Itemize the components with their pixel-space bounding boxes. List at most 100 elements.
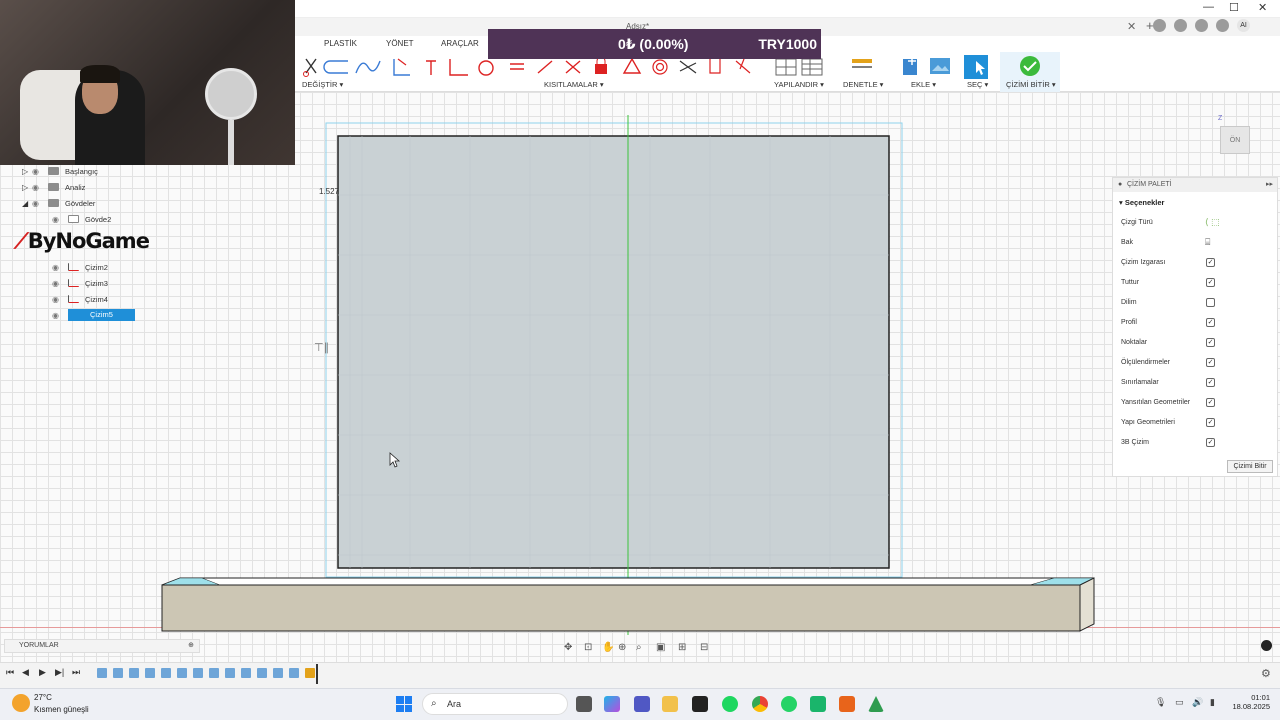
tree-item-sketch3[interactable]: ◉ Çizim3 — [52, 276, 108, 290]
timeline-feature-icon[interactable] — [209, 668, 219, 678]
job-status-icon[interactable] — [1174, 19, 1187, 32]
timeline-feature-icon[interactable] — [129, 668, 139, 678]
eye-icon[interactable]: ◉ — [52, 263, 64, 272]
dimensions-checkbox[interactable]: ✓ — [1206, 358, 1215, 367]
tree-item-origin[interactable]: ▷ ◉ Başlangıç — [22, 164, 98, 178]
battery-icon[interactable]: ▮ — [1210, 697, 1215, 708]
constraints-checkbox[interactable]: ✓ — [1206, 378, 1215, 387]
tree-item-sketch5[interactable]: ◉ Çizim5 — [52, 308, 135, 322]
snap-checkbox[interactable]: ✓ — [1206, 278, 1215, 287]
maximize-button[interactable]: ☐ — [1229, 1, 1239, 14]
viewcube[interactable]: ÖN Z — [1218, 115, 1256, 156]
tree-item-bodies[interactable]: ◢ ◉ Gövdeler — [22, 196, 95, 210]
timeline-feature-icon[interactable] — [113, 668, 123, 678]
help-icon[interactable] — [1216, 19, 1229, 32]
timeline-feature-icon[interactable] — [193, 668, 203, 678]
tab-plastic[interactable]: PLASTİK — [324, 39, 357, 48]
tree-item-sketch4[interactable]: ◉ Çizim4 — [52, 292, 108, 306]
timeline-feature-icon[interactable] — [177, 668, 187, 678]
palette-collapse-icon[interactable]: ▸▸ — [1266, 178, 1273, 192]
minimize-button[interactable]: — — [1203, 1, 1214, 13]
viewcube-face[interactable]: ÖN — [1220, 126, 1250, 154]
dimension-label[interactable]: 1.527 — [319, 187, 339, 196]
eye-icon[interactable]: ◉ — [32, 183, 44, 192]
weather-icon[interactable] — [12, 694, 30, 712]
timeline-feature-icon[interactable] — [225, 668, 235, 678]
modify-menu[interactable]: DEĞİŞTİR ▾ — [302, 80, 343, 89]
weather-temp[interactable]: 27°C — [34, 693, 52, 702]
start-button[interactable] — [396, 696, 412, 712]
close-tab-icon[interactable]: ✕ — [1127, 20, 1136, 33]
timeline-feature-icon[interactable] — [273, 668, 283, 678]
spotify-icon[interactable] — [722, 696, 738, 712]
timeline-feature-icon[interactable] — [289, 668, 299, 678]
timeline-prev-icon[interactable]: ◀ — [22, 667, 29, 678]
chrome-icon[interactable] — [752, 696, 768, 712]
tree-item-sketch2[interactable]: ◉ Çizim2 — [52, 260, 108, 274]
slice-checkbox[interactable] — [1206, 298, 1215, 307]
app-icon[interactable] — [810, 696, 826, 712]
look-at-icon[interactable]: ⌸ — [1205, 237, 1210, 248]
configure-menu[interactable]: YAPILANDIR ▾ — [774, 80, 824, 89]
display-tray-icon[interactable]: ▭ — [1175, 697, 1184, 708]
timeline-feature-icon[interactable] — [241, 668, 251, 678]
timeline-first-icon[interactable]: ⏮ — [6, 667, 14, 678]
eye-icon[interactable]: ◉ — [52, 215, 64, 224]
teams-icon[interactable] — [634, 696, 650, 712]
linetype-icon[interactable]: ⟨ ⬚ — [1205, 217, 1220, 228]
finish-sketch-button[interactable]: Çizimi Bitir — [1227, 460, 1273, 473]
palette-header[interactable]: ● ÇİZİM PALETİ ▸▸ — [1113, 178, 1277, 192]
volume-icon[interactable]: 🔊 — [1192, 697, 1203, 708]
copilot-icon[interactable] — [604, 696, 620, 712]
construction-checkbox[interactable]: ✓ — [1206, 418, 1215, 427]
inspect-menu[interactable]: DENETLE ▾ — [843, 80, 883, 89]
finish-sketch-check-icon[interactable] — [1019, 55, 1041, 77]
fusion-icon[interactable] — [839, 696, 855, 712]
timeline-marker[interactable] — [316, 664, 318, 684]
points-checkbox[interactable]: ✓ — [1206, 338, 1215, 347]
taskbar-search[interactable]: ⌕ Ara — [422, 693, 568, 715]
feedback-icon[interactable] — [1261, 640, 1272, 651]
timeline-next-icon[interactable]: ▶| — [55, 667, 64, 678]
store-icon[interactable] — [692, 696, 708, 712]
file-explorer-icon[interactable] — [662, 696, 678, 712]
projected-checkbox[interactable]: ✓ — [1206, 398, 1215, 407]
expand-icon[interactable]: ▷ — [22, 183, 32, 192]
timeline-feature-icon[interactable] — [257, 668, 267, 678]
eye-icon[interactable]: ◉ — [32, 199, 44, 208]
eye-icon[interactable]: ◉ — [52, 295, 64, 304]
finish-sketch-menu[interactable]: ÇİZİMİ BİTİR ▾ — [1006, 80, 1056, 89]
eye-icon[interactable]: ◉ — [32, 167, 44, 176]
select-menu[interactable]: SEÇ ▾ — [967, 80, 988, 89]
task-view-icon[interactable] — [576, 696, 592, 712]
sketch-canvas[interactable]: ⊤∥ — [150, 115, 1110, 645]
close-window-button[interactable]: ✕ — [1258, 1, 1267, 14]
palette-section[interactable]: ▾ Seçenekler — [1113, 192, 1277, 213]
timeline-settings-icon[interactable]: ⚙ — [1261, 667, 1271, 680]
timeline-play-icon[interactable]: ▶ — [39, 667, 46, 678]
timeline-feature-icon[interactable] — [161, 668, 171, 678]
user-avatar[interactable]: AI — [1237, 19, 1250, 32]
tree-item-analysis[interactable]: ▷ ◉ Analiz — [22, 180, 85, 194]
weather-desc[interactable]: Kısmen güneşli — [34, 705, 89, 714]
grid-checkbox[interactable]: ✓ — [1206, 258, 1215, 267]
eye-icon[interactable]: ◉ — [52, 279, 64, 288]
eye-icon[interactable]: ◉ — [52, 311, 64, 320]
collapse-icon[interactable]: ◢ — [22, 199, 32, 208]
timeline-last-icon[interactable]: ⏭ — [72, 667, 80, 678]
comments-add-icon[interactable]: ⊕ — [188, 640, 194, 652]
taskbar-clock[interactable]: 01:01 18.08.2025 — [1228, 693, 1270, 711]
tree-item-body2[interactable]: ◉ Gövde2 — [52, 212, 111, 226]
timeline-feature-icon[interactable] — [145, 668, 155, 678]
notifications-icon[interactable] — [1195, 19, 1208, 32]
mic-icon[interactable]: 🎙 — [1155, 697, 1166, 708]
tab-tools[interactable]: ARAÇLAR — [441, 39, 479, 48]
extensions-icon[interactable] — [1153, 19, 1166, 32]
timeline-feature-icon[interactable] — [97, 668, 107, 678]
comments-panel[interactable]: YORUMLAR ⊕ — [4, 639, 200, 653]
constraints-menu[interactable]: KISITLAMALAR ▾ — [544, 80, 604, 89]
profile-checkbox[interactable]: ✓ — [1206, 318, 1215, 327]
3dsketch-checkbox[interactable]: ✓ — [1206, 438, 1215, 447]
expand-icon[interactable]: ▷ — [22, 167, 32, 176]
tab-manage[interactable]: YÖNET — [386, 39, 414, 48]
